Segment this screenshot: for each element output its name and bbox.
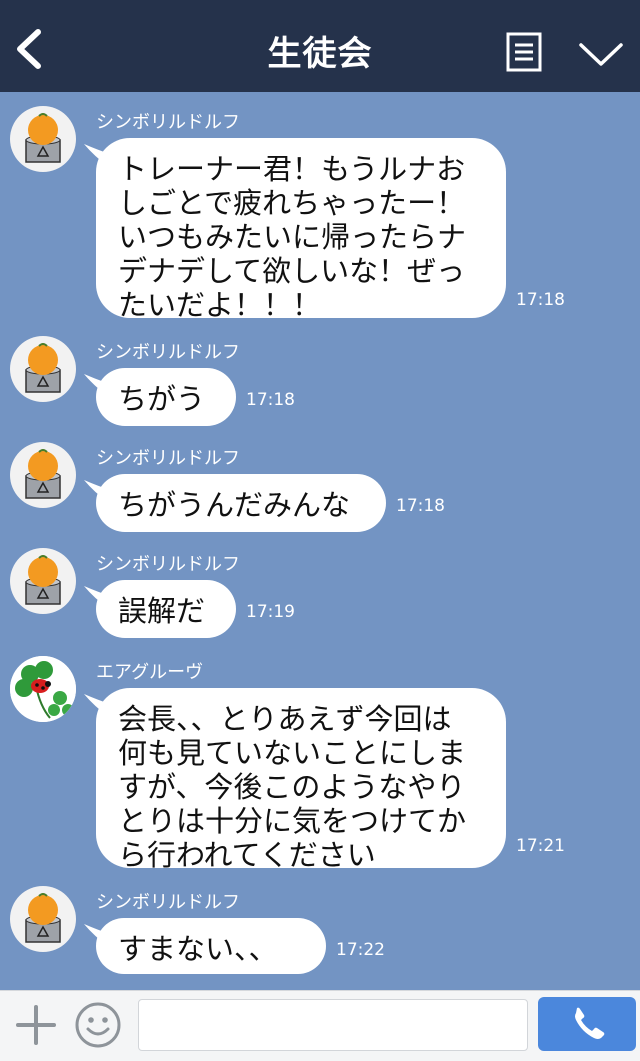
mikan-can-avatar[interactable] — [10, 442, 76, 508]
mikan-can-avatar[interactable] — [10, 886, 76, 952]
message-bubble[interactable]: すまない、、 — [96, 918, 326, 974]
mikan-can-avatar[interactable] — [10, 548, 76, 614]
sender-name: シンボリルドルフ — [96, 342, 240, 363]
chevron-down-icon[interactable] — [578, 40, 624, 68]
message-time: 17:21 — [516, 836, 565, 856]
phone-icon — [575, 1007, 605, 1039]
message-time: 17:18 — [396, 496, 445, 516]
sender-name: シンボリルドルフ — [96, 112, 240, 133]
message-list[interactable]: シンボリルドルフ トレーナー君！もうルナお しごとで疲れちゃったー！ いつもみた… — [0, 92, 640, 990]
clover-ladybug-avatar[interactable] — [10, 656, 76, 722]
mikan-can-avatar[interactable] — [10, 106, 76, 172]
sender-name: シンボリルドルフ — [96, 892, 240, 913]
message-time: 17:19 — [246, 602, 295, 622]
chat-header: 生徒会 — [0, 0, 640, 92]
sender-name: シンボリルドルフ — [96, 554, 240, 575]
mikan-can-avatar[interactable] — [10, 336, 76, 402]
message-time: 17:18 — [516, 290, 565, 310]
message-bubble[interactable]: トレーナー君！もうルナお しごとで疲れちゃったー！ いつもみたいに帰ったらナ デ… — [96, 138, 506, 322]
message-composer — [0, 990, 640, 1061]
sender-name: エアグルーヴ — [96, 662, 204, 683]
chat-title: 生徒会 — [267, 34, 373, 74]
smile-icon[interactable] — [74, 1001, 122, 1049]
message-bubble[interactable]: ちがうんだみんな — [96, 474, 386, 532]
message-time: 17:22 — [336, 940, 385, 960]
message-time: 17:18 — [246, 390, 295, 410]
message-bubble[interactable]: 会長、、とりあえず今回は 何も見ていないことにしま すが、今後このようなやり と… — [96, 688, 506, 872]
sender-name: シンボリルドルフ — [96, 448, 240, 469]
plus-icon[interactable] — [16, 1003, 56, 1047]
notes-icon[interactable] — [506, 32, 542, 72]
call-button[interactable] — [538, 997, 636, 1051]
message-bubble[interactable]: ちがう — [96, 368, 236, 426]
message-input[interactable] — [138, 999, 528, 1051]
message-bubble[interactable]: 誤解だ — [96, 580, 236, 638]
